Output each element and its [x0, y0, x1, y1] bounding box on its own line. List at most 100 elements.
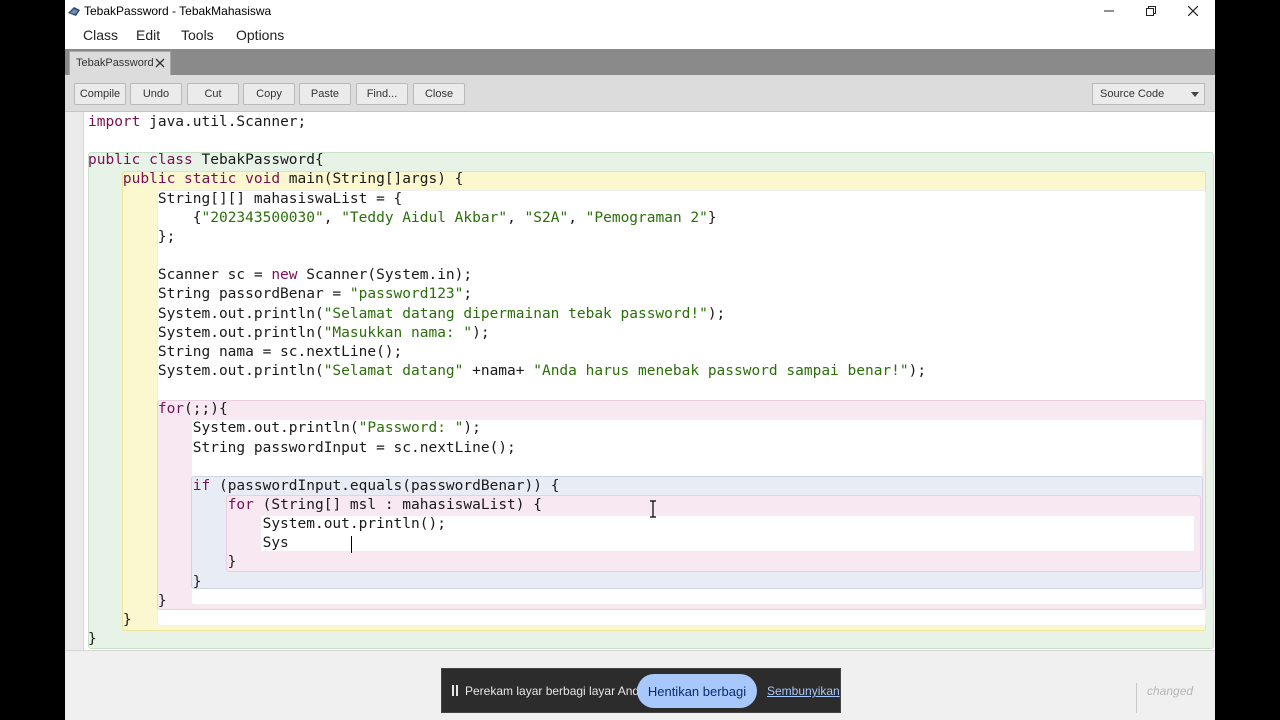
restore-button[interactable]	[1129, 0, 1173, 22]
code-text: ,	[323, 209, 342, 226]
code-line[interactable]: System.out.println("Selamat datang" +nam…	[88, 362, 926, 381]
code-keyword: public static void	[122, 171, 281, 188]
code-line[interactable]: Scanner sc = new Scanner(System.in);	[88, 266, 472, 285]
code-string: "Selamat datang"	[323, 362, 464, 379]
menu-bar: Class Edit Tools Options	[65, 22, 1215, 49]
close-icon	[1188, 6, 1198, 16]
code-text: System.out.println(	[88, 305, 324, 322]
code-text: }	[707, 209, 717, 226]
code-keyword: for	[157, 401, 185, 418]
code-text: System.out.println();	[88, 516, 446, 533]
code-line[interactable]: System.out.println();	[88, 515, 446, 534]
code-line[interactable]: };	[88, 228, 175, 247]
cut-button[interactable]: Cut	[187, 83, 239, 105]
text-cursor-icon	[650, 500, 656, 518]
code-text: ,	[568, 209, 586, 226]
menu-tools[interactable]: Tools	[181, 27, 214, 43]
code-line[interactable]: }	[88, 573, 202, 592]
code-string: "Anda harus menebak password sampai bena…	[533, 362, 909, 379]
view-mode-select[interactable]: Source Code	[1092, 83, 1205, 105]
code-text: Sys	[88, 535, 289, 552]
code-text: String passwordInput = sc.nextLine();	[88, 439, 516, 456]
bluej-editor-window: TebakPassword - TebakMahasiswa Class Edi…	[65, 0, 1215, 720]
code-line[interactable]: }	[88, 553, 237, 572]
paste-button[interactable]: Paste	[299, 83, 351, 105]
code-line[interactable]: for (String[] msl : mahasiswaList) {	[88, 496, 542, 515]
code-text: String passordBenar =	[88, 286, 350, 303]
copy-button[interactable]: Copy	[243, 83, 295, 105]
code-text: Scanner(System.in);	[297, 267, 473, 284]
menu-options[interactable]: Options	[236, 27, 284, 43]
code-line[interactable]: if (passwordInput.equals(passwordBenar))…	[88, 477, 560, 496]
code-line[interactable]: }	[88, 592, 167, 611]
code-text: }	[88, 592, 167, 609]
share-message: Perekam layar berbagi layar Anda.	[465, 684, 650, 698]
minimize-icon	[1104, 10, 1114, 12]
find-button[interactable]: Find...	[356, 83, 408, 105]
code-text: (String[] msl : mahasiswaList) {	[253, 497, 542, 513]
view-mode-value: Source Code	[1100, 88, 1165, 100]
code-line[interactable]: String passwordInput = sc.nextLine();	[88, 439, 516, 458]
stop-sharing-button[interactable]: Hentikan berbagi	[637, 674, 757, 708]
code-text: ,	[507, 209, 525, 226]
code-text: );	[463, 420, 481, 437]
code-text: };	[88, 228, 176, 245]
code-line[interactable]: String[][] mahasiswaList = {	[88, 190, 402, 209]
hide-link[interactable]: Sembunyikan	[767, 684, 840, 698]
code-text: }	[88, 631, 97, 648]
code-editor[interactable]: import java.util.Scanner; public class Te…	[65, 112, 1215, 650]
code-text: );	[707, 305, 726, 322]
title-bar: TebakPassword - TebakMahasiswa	[65, 0, 1215, 22]
compile-button[interactable]: Compile	[74, 83, 126, 105]
status-divider	[1136, 683, 1137, 713]
code-keyword: if	[192, 477, 211, 494]
chevron-down-icon	[1191, 92, 1199, 97]
close-window-button[interactable]	[1171, 0, 1215, 22]
code-line[interactable]: System.out.println("Selamat datang diper…	[88, 305, 725, 324]
pause-icon	[452, 685, 458, 696]
code-line[interactable]: System.out.println("Masukkan nama: ");	[88, 324, 490, 343]
code-line[interactable]: public static void main(String[]args) {	[88, 170, 463, 189]
tab-close-icon[interactable]	[155, 58, 165, 68]
code-text: }	[88, 573, 202, 590]
tab-tebakpassword[interactable]: TebakPassword	[69, 51, 171, 75]
code-keyword: import	[88, 114, 141, 130]
toolbar: Compile Undo Cut Copy Paste Find... Clos…	[65, 75, 1215, 112]
menu-edit[interactable]: Edit	[136, 27, 160, 43]
menu-class[interactable]: Class	[83, 27, 118, 43]
bluej-app-icon	[68, 7, 80, 16]
code-text: +nama+	[463, 362, 534, 379]
code-line[interactable]: for(;;){	[88, 400, 228, 419]
code-text: Scanner sc =	[88, 267, 272, 284]
screen-share-notification: Perekam layar berbagi layar Anda. Hentik…	[441, 668, 841, 713]
code-line[interactable]: }	[88, 630, 97, 649]
changed-status: changed	[1147, 684, 1194, 698]
code-line[interactable]: Sys	[88, 534, 289, 553]
code-line[interactable]: String nama = sc.nextLine();	[88, 343, 402, 362]
code-text: String[][] mahasiswaList = {	[88, 190, 403, 207]
close-editor-button[interactable]: Close	[413, 83, 465, 105]
code-line[interactable]: String passordBenar = "password123";	[88, 285, 472, 304]
code-text: TebakPassword{	[192, 152, 324, 169]
code-line[interactable]: }	[88, 611, 132, 630]
code-string: "S2A"	[524, 209, 569, 226]
code-text: System.out.println(	[88, 324, 324, 341]
undo-button[interactable]: Undo	[130, 83, 182, 105]
code-line[interactable]: public class TebakPassword{	[88, 151, 324, 170]
code-line[interactable]: import java.util.Scanner;	[88, 113, 306, 132]
code-text: main(String[]args) {	[280, 171, 464, 188]
code-line[interactable]: {"202343500030", "Teddy Aidul Akbar", "S…	[88, 209, 717, 228]
code-text: (passwordInput.equals(passwordBenar)) {	[210, 477, 560, 494]
code-string: "Pemograman 2"	[585, 209, 708, 226]
code-text: String nama = sc.nextLine();	[88, 343, 403, 360]
code-text: }	[88, 611, 132, 628]
code-text: );	[472, 324, 490, 341]
editor-gutter[interactable]	[65, 112, 84, 650]
code-line[interactable]: System.out.println("Password: ");	[88, 419, 481, 438]
code-string: "Teddy Aidul Akbar"	[341, 209, 508, 226]
minimize-button[interactable]	[1087, 0, 1131, 22]
code-text: System.out.println(	[88, 362, 324, 379]
